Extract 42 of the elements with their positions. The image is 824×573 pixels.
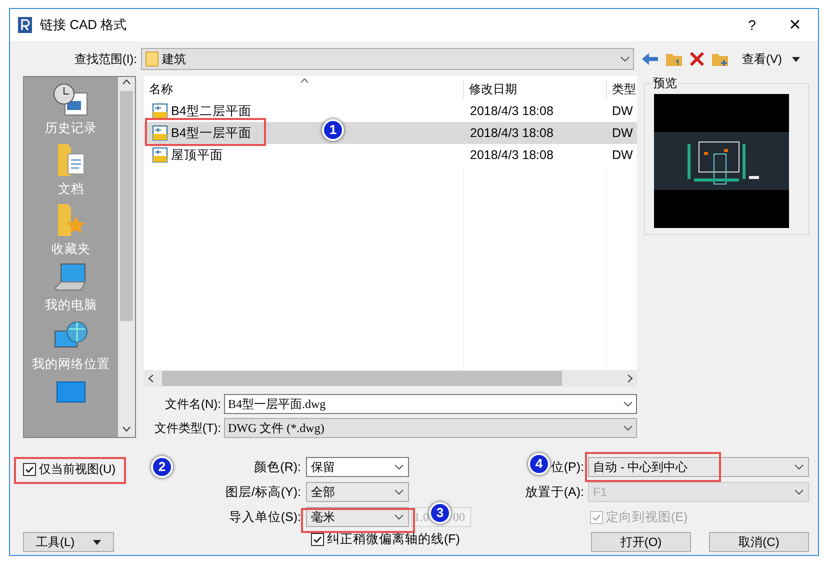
open-button[interactable]: 打开(O) [591,532,691,552]
dropdown[interactable]: 全部 [306,482,409,502]
date-cell-text: 2018/4/3 18:08 [469,124,554,142]
window-title: 链接 CAD 格式 [40,16,127,34]
help-button[interactable]: ? [732,14,772,36]
option-label: 导入单位(S): [228,508,301,526]
option-label: 位(P): [550,458,584,476]
type-cell-text: DW [611,102,634,120]
type-cell-text: DW [611,146,634,164]
file-name: B4型一层平面 [171,124,252,142]
file-type-dropdown[interactable]: DWG 文件 (*.dwg) [224,418,637,438]
cancel-button[interactable]: 取消(C) [709,532,809,552]
dropdown[interactable]: 自动 - 中心到中心 [588,457,809,477]
file-name-field[interactable]: B4型一层平面.dwg [224,394,637,414]
dropdown[interactable]: 保留 [306,457,409,477]
column-header[interactable]: 修改日期 [463,80,606,98]
scale-value: 00 [453,509,465,526]
file-row[interactable]: 屋顶平面 2018/4/3 18:08 DW [144,144,637,166]
date-cell-text: 2018/4/3 18:08 [469,146,554,164]
option-label: 图层/标高(Y): [225,484,301,501]
checkbox-label: 仅当前视图(U) [39,461,116,478]
close-button[interactable]: × [772,15,818,35]
file-type-label: 文件类型(T): [153,420,222,437]
tools-button[interactable]: 工具(L) [23,532,114,552]
date-cell-text: 2018/4/3 18:08 [469,102,554,120]
look-in-dropdown[interactable]: 建筑 [141,48,634,70]
look-in-label: 查找范围(I): [73,51,138,68]
preview-label: 预览 [652,76,678,90]
option-label: 颜色(R): [254,458,301,476]
column-header[interactable]: 名称 [144,80,463,98]
checkbox-label: 纠正稍微偏离轴的线(F) [327,531,460,548]
type-cell-text: DW [611,124,634,142]
file-name: B4型二层平面 [171,102,252,120]
dropdown[interactable]: 毫米 [306,507,409,527]
view-menu-button[interactable]: 查看(V) [742,50,800,68]
checkbox-label: 定向到视图(E) [606,508,688,526]
option-label: 放置于(A): [524,484,584,501]
file-row[interactable]: B4型二层平面 2018/4/3 18:08 DW [144,100,637,122]
scale-value: 1.0 [414,509,429,526]
column-header[interactable]: 类型 [606,80,637,98]
file-name: 屋顶平面 [171,146,223,164]
file-name-label: 文件名(N): [164,396,222,413]
